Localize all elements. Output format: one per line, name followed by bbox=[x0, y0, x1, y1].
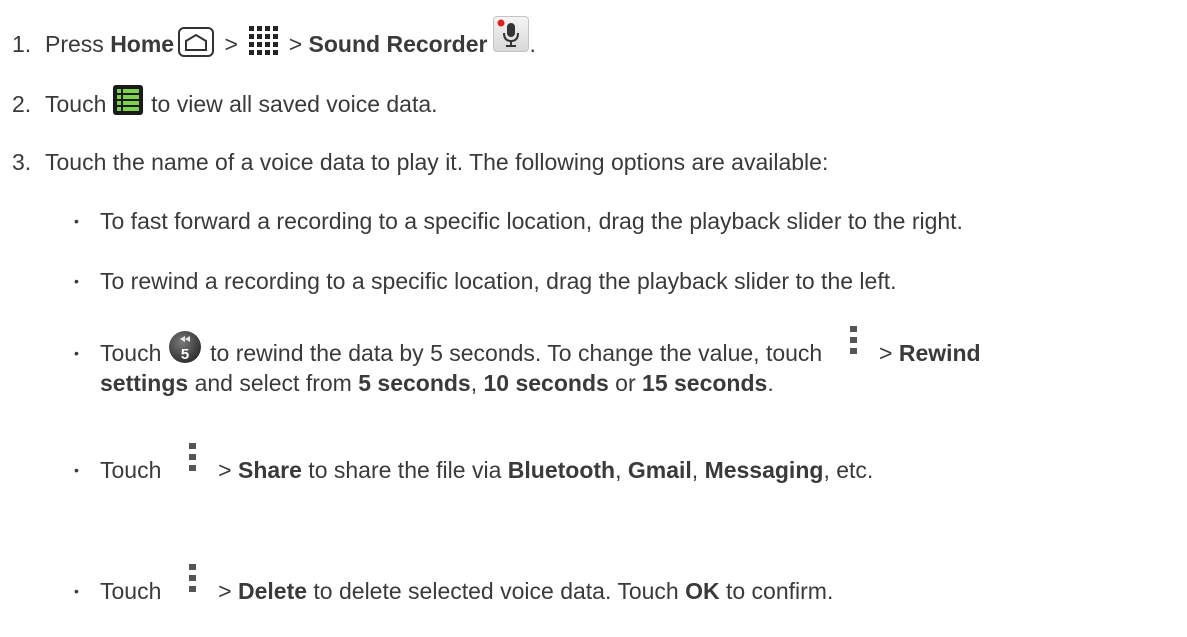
bullet-glyph: • bbox=[74, 345, 79, 362]
step-number: 1. bbox=[12, 31, 32, 58]
bullet-glyph: • bbox=[74, 273, 79, 289]
step-2: 2. Touch to view all saved voice data. bbox=[12, 84, 438, 121]
step-3: 3. Touch the name of a voice data to play… bbox=[12, 149, 829, 175]
rewind-5-seconds-icon: 5 bbox=[168, 330, 202, 364]
apps-grid-icon bbox=[248, 25, 279, 55]
list-icon bbox=[112, 84, 143, 115]
home-label: Home bbox=[110, 31, 175, 58]
bullet-glyph: • bbox=[74, 213, 79, 229]
bullet-glyph: • bbox=[74, 583, 79, 599]
step-number: 2. bbox=[12, 91, 32, 117]
bullet-rewind-slider: • To rewind a recording to a specific loc… bbox=[74, 268, 897, 294]
home-icon bbox=[178, 27, 215, 57]
microphone-icon bbox=[493, 16, 530, 52]
bullet-glyph: • bbox=[74, 462, 79, 478]
menu-icon bbox=[188, 563, 198, 594]
bullet-share: • Touch > Share to share the file via Blu… bbox=[74, 442, 873, 487]
step-1: 1. Press Home > > Sound Recorder. bbox=[12, 16, 536, 64]
bullet-rewind-button-continued: settings and select from 5 seconds, 10 s… bbox=[100, 370, 774, 396]
rewind-icon-label: 5 bbox=[181, 346, 189, 363]
step-number: 3. bbox=[12, 149, 32, 175]
bullet-rewind-button: • Touch 5 to rewind the data by 5 seconds… bbox=[74, 326, 981, 372]
sound-recorder-label: Sound Recorder bbox=[308, 31, 488, 58]
menu-icon bbox=[188, 442, 198, 473]
menu-icon bbox=[849, 326, 859, 356]
bullet-delete: • Touch > Delete to delete selected voice… bbox=[74, 563, 833, 608]
bullet-fast-forward: • To fast forward a recording to a specif… bbox=[74, 208, 963, 234]
